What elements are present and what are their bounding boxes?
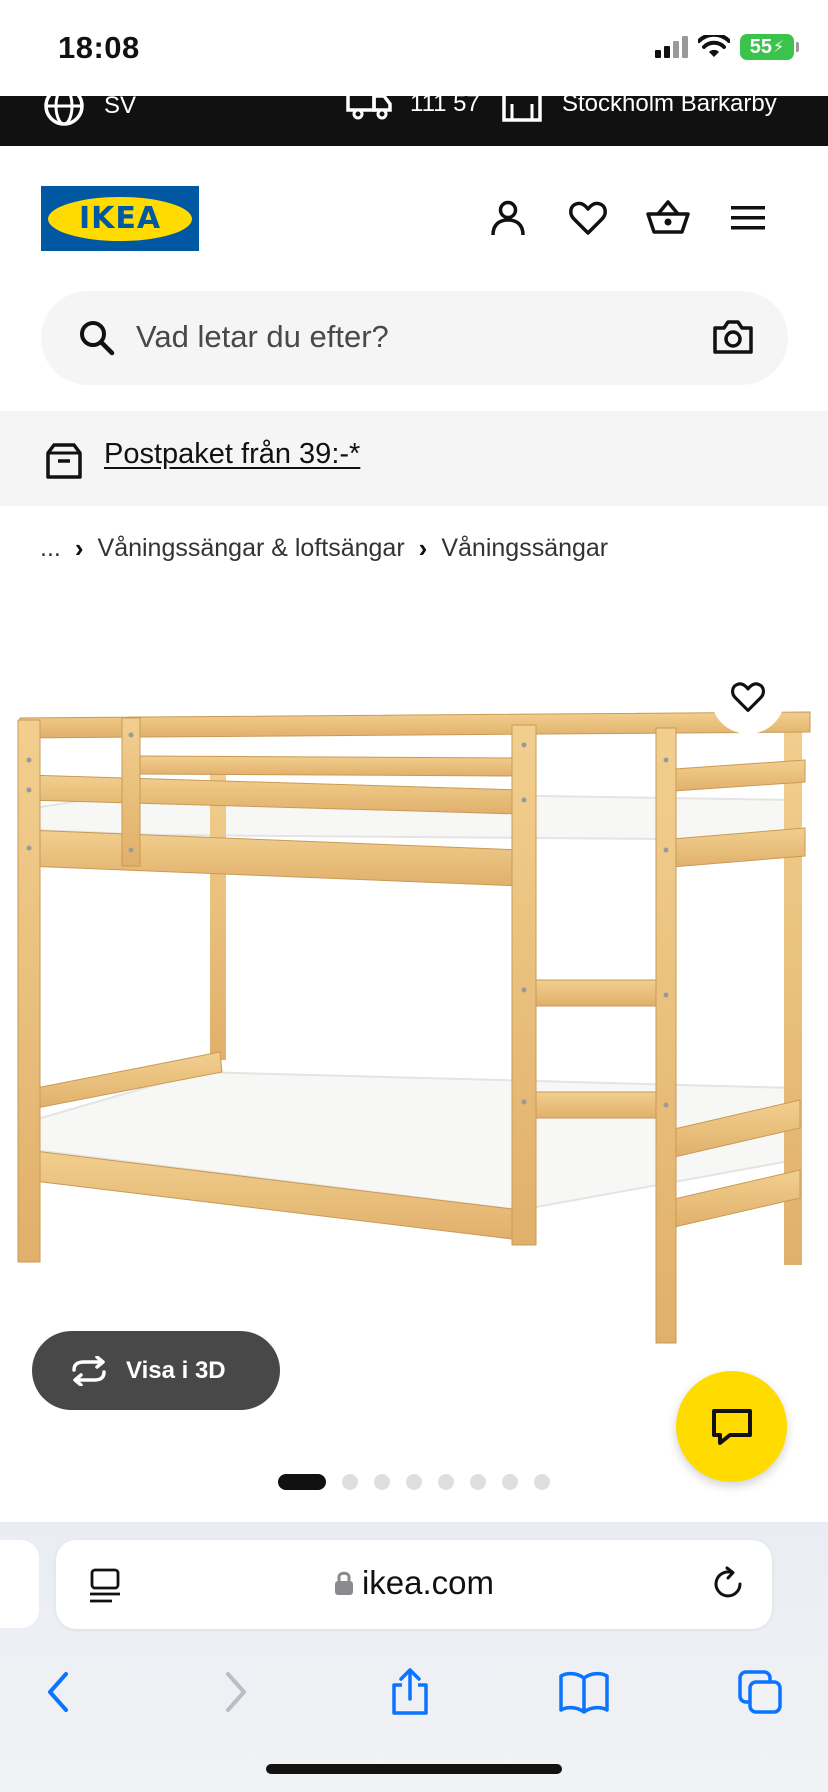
cart-button[interactable] [642,192,694,244]
breadcrumb-item[interactable]: Våningssängar [441,534,608,563]
account-button[interactable] [482,192,534,244]
lock-icon [334,1571,353,1595]
promo-link[interactable]: Postpaket från 39:-* [104,438,360,471]
reload-icon[interactable] [710,1566,746,1602]
browser-chrome: ikea.com [0,1522,828,1792]
carousel-dot[interactable] [470,1474,486,1490]
url-display[interactable]: ikea.com [56,1564,772,1602]
battery-icon: 55 ⚡ [740,34,799,60]
share-button[interactable] [380,1662,440,1722]
store-label: Stockholm Barkarby [562,96,777,117]
globe-icon [44,96,84,126]
chevron-right-icon: › [74,533,84,563]
add-to-favourites-button[interactable] [711,660,785,734]
breadcrumb-ellipsis[interactable]: ... [40,534,61,563]
carousel-dot[interactable] [502,1474,518,1490]
carousel-dot[interactable] [534,1474,550,1490]
language-selector[interactable]: SV [42,96,136,128]
delivery-postcode[interactable]: 111 57 [346,96,480,124]
search-input[interactable]: Vad letar du efter? [136,319,389,355]
site-header: IKEA [0,146,828,286]
parcel-icon [46,443,82,479]
tabs-icon [738,1670,782,1714]
language-label: SV [104,96,137,119]
url-domain-text: ikea.com [361,1564,495,1601]
bookmarks-button[interactable] [554,1662,614,1722]
heart-icon [731,682,765,712]
tabs-button[interactable] [730,1662,790,1722]
address-bar[interactable]: ikea.com [56,1540,772,1629]
user-icon [491,200,525,236]
breadcrumb: ... › Våningssängar & loftsängar › Vånin… [40,533,608,564]
browser-toolbar [0,1652,828,1732]
view-in-3d-label: Visa i 3D [126,1356,226,1384]
menu-button[interactable] [722,192,774,244]
wifi-icon [698,35,730,57]
cellular-signal-icon [655,36,688,58]
status-bar: 18:08 55 ⚡ [0,0,828,96]
store-icon [502,96,542,122]
rotate-3d-icon [72,1355,106,1386]
chevron-right-icon [226,1672,246,1712]
chat-bubble-icon [711,1408,752,1445]
image-carousel-indicator[interactable] [278,1474,550,1490]
basket-icon [646,200,690,234]
favourites-button[interactable] [562,192,614,244]
chevron-left-icon [48,1672,68,1712]
truck-icon [346,96,392,120]
battery-level: 55 [749,35,772,58]
delivery-postcode-label: 111 57 [410,96,480,117]
status-time: 18:08 [58,30,140,65]
carousel-dot[interactable] [438,1474,454,1490]
hamburger-menu-icon [731,206,765,230]
bunk-bed-illustration [17,711,811,1344]
camera-search-icon[interactable] [712,317,754,357]
book-icon [559,1671,609,1714]
ikea-logo[interactable]: IKEA [41,186,199,251]
promo-banner[interactable]: Postpaket från 39:-* [0,411,828,506]
previous-tab-preview[interactable] [0,1540,39,1628]
chevron-right-icon: › [418,533,428,563]
share-icon [392,1668,428,1715]
breadcrumb-item[interactable]: Våningssängar & loftsängar [98,534,405,563]
search-icon [80,321,115,356]
logo-text: IKEA [48,196,192,241]
carousel-dot[interactable] [406,1474,422,1490]
search-bar[interactable]: Vad letar du efter? [41,291,788,385]
heart-icon [569,201,607,235]
carousel-dot[interactable] [374,1474,390,1490]
carousel-dot[interactable] [342,1474,358,1490]
chat-button[interactable] [676,1371,787,1482]
view-in-3d-button[interactable]: Visa i 3D [32,1331,280,1410]
top-info-strip: SV 111 57 Stockholm Barkarby [0,96,828,146]
back-button[interactable] [28,1662,88,1722]
home-indicator [266,1764,562,1774]
store-selector[interactable]: Stockholm Barkarby [500,96,777,124]
carousel-dot[interactable] [278,1474,326,1490]
product-image[interactable] [0,600,828,1360]
status-icons: 55 ⚡ [655,34,799,60]
forward-button[interactable] [206,1662,266,1722]
